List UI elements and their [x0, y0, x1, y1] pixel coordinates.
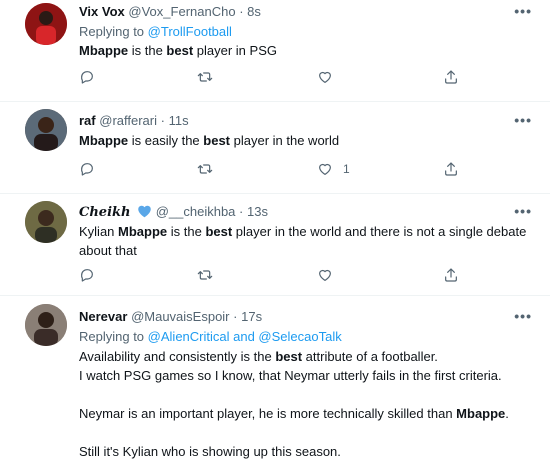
like-count: 1: [343, 162, 350, 176]
retweet-icon: [196, 267, 214, 283]
reply-button[interactable]: [79, 161, 95, 177]
text-paragraph: Availability and consistently is the bes…: [79, 349, 438, 364]
retweet-button[interactable]: [196, 161, 214, 177]
tweet-header: raf @rafferari · 11s: [79, 113, 189, 128]
tweet-text: Mbappe is easily the best player in the …: [79, 133, 340, 148]
user-handle[interactable]: @rafferari: [99, 113, 157, 128]
tweet-actions: [79, 69, 479, 89]
tweet-actions: [79, 267, 479, 287]
more-icon[interactable]: •••: [514, 308, 532, 324]
display-name[interactable]: Vix Vox: [79, 4, 125, 19]
tweet-text: Availability and consistently is the bes…: [79, 347, 539, 461]
more-icon[interactable]: •••: [514, 3, 532, 19]
tweet-header: Vix Vox @Vox_FernanCho · 8s: [79, 4, 261, 19]
reply-icon: [79, 161, 95, 177]
share-button[interactable]: [443, 161, 459, 177]
avatar[interactable]: [25, 3, 67, 45]
reply-button[interactable]: [79, 267, 95, 283]
reply-button[interactable]: [79, 69, 95, 85]
display-name[interactable]: raf: [79, 113, 96, 128]
share-button[interactable]: [443, 267, 459, 283]
text-paragraph: I watch PSG games so I know, that Neymar…: [79, 368, 502, 383]
reply-to-link[interactable]: @AlienCritical and @SelecaoTalk: [148, 329, 342, 344]
tweet-nerevar[interactable]: Nerevar @MauvaisEspoir · 17s ••• Replyin…: [0, 296, 550, 460]
share-icon: [443, 267, 459, 283]
tweet-cheikh[interactable]: Cheikh @__cheikhba · 13s ••• Kylian Mbap…: [0, 194, 550, 296]
tweet-text: Mbappe is the best player in PSG: [79, 43, 277, 58]
like-button[interactable]: [317, 267, 343, 283]
avatar[interactable]: [25, 109, 67, 151]
tweet-actions: 1: [79, 161, 479, 181]
reply-icon: [79, 267, 95, 283]
reply-icon: [79, 69, 95, 85]
tweet-text: Kylian Mbappe is the best player in the …: [79, 224, 527, 258]
replying-to: Replying to @TrollFootball: [79, 24, 232, 39]
avatar[interactable]: [25, 304, 67, 346]
display-name[interactable]: Cheikh: [79, 205, 130, 220]
reply-to-link[interactable]: @TrollFootball: [148, 24, 232, 39]
tweet-header: Nerevar @MauvaisEspoir · 17s: [79, 309, 263, 324]
text-paragraph: Still it's Kylian who is showing up this…: [79, 444, 341, 459]
text-paragraph: Neymar is an important player, he is mor…: [79, 406, 509, 421]
like-button[interactable]: 1: [317, 161, 350, 177]
like-icon: [317, 267, 333, 283]
like-icon: [317, 69, 333, 85]
retweet-button[interactable]: [196, 267, 214, 283]
share-button[interactable]: [443, 69, 459, 85]
share-icon: [443, 161, 459, 177]
blue-heart-icon: [137, 204, 152, 221]
replying-to: Replying to @AlienCritical and @SelecaoT…: [79, 329, 342, 344]
tweet-raf[interactable]: raf @rafferari · 11s ••• Mbappe is easil…: [0, 102, 550, 194]
timestamp[interactable]: 17s: [241, 309, 262, 324]
timestamp[interactable]: 11s: [169, 113, 189, 128]
user-handle[interactable]: @__cheikhba: [156, 204, 236, 219]
retweet-icon: [196, 161, 214, 177]
tweet-vix-vox[interactable]: Vix Vox @Vox_FernanCho · 8s ••• Replying…: [0, 0, 550, 102]
timestamp[interactable]: 8s: [247, 4, 261, 19]
more-icon[interactable]: •••: [514, 112, 532, 128]
tweet-feed: Vix Vox @Vox_FernanCho · 8s ••• Replying…: [0, 0, 550, 460]
user-handle[interactable]: @Vox_FernanCho: [128, 4, 235, 19]
avatar[interactable]: [25, 201, 67, 243]
retweet-icon: [196, 69, 214, 85]
like-icon: [317, 161, 333, 177]
retweet-button[interactable]: [196, 69, 214, 85]
tweet-header: Cheikh @__cheikhba · 13s: [79, 204, 268, 221]
display-name[interactable]: Nerevar: [79, 309, 127, 324]
timestamp[interactable]: 13s: [247, 204, 268, 219]
share-icon: [443, 69, 459, 85]
more-icon[interactable]: •••: [514, 203, 532, 219]
like-button[interactable]: [317, 69, 343, 85]
user-handle[interactable]: @MauvaisEspoir: [131, 309, 229, 324]
